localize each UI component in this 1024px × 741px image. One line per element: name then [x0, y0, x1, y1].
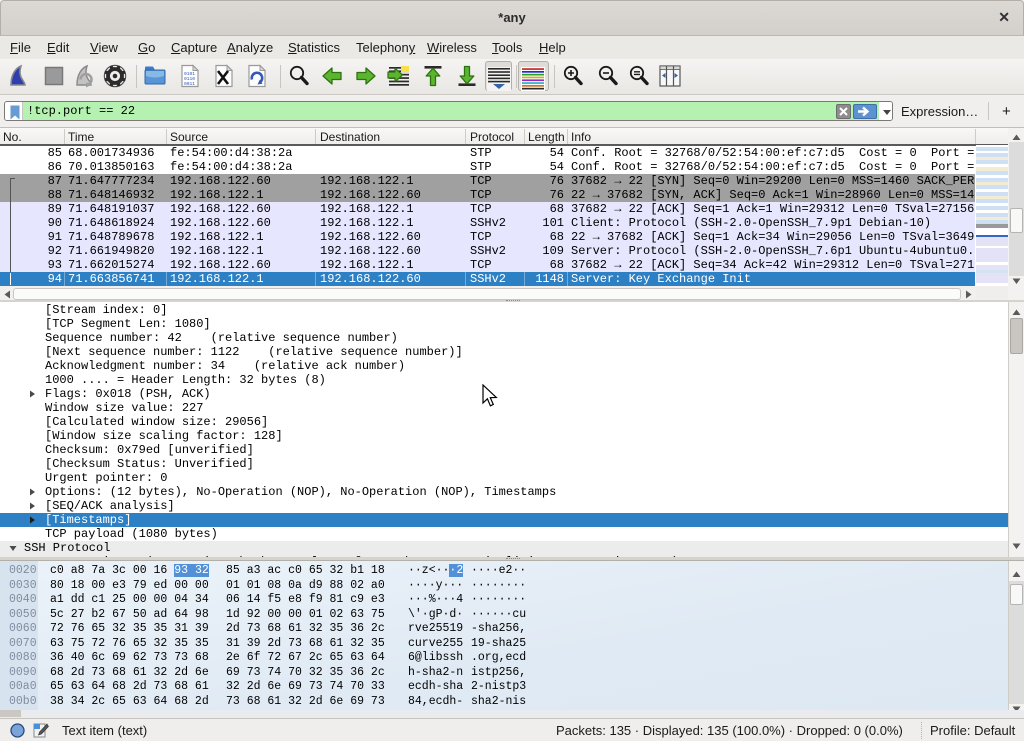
svg-text:0011: 0011 — [184, 81, 195, 87]
